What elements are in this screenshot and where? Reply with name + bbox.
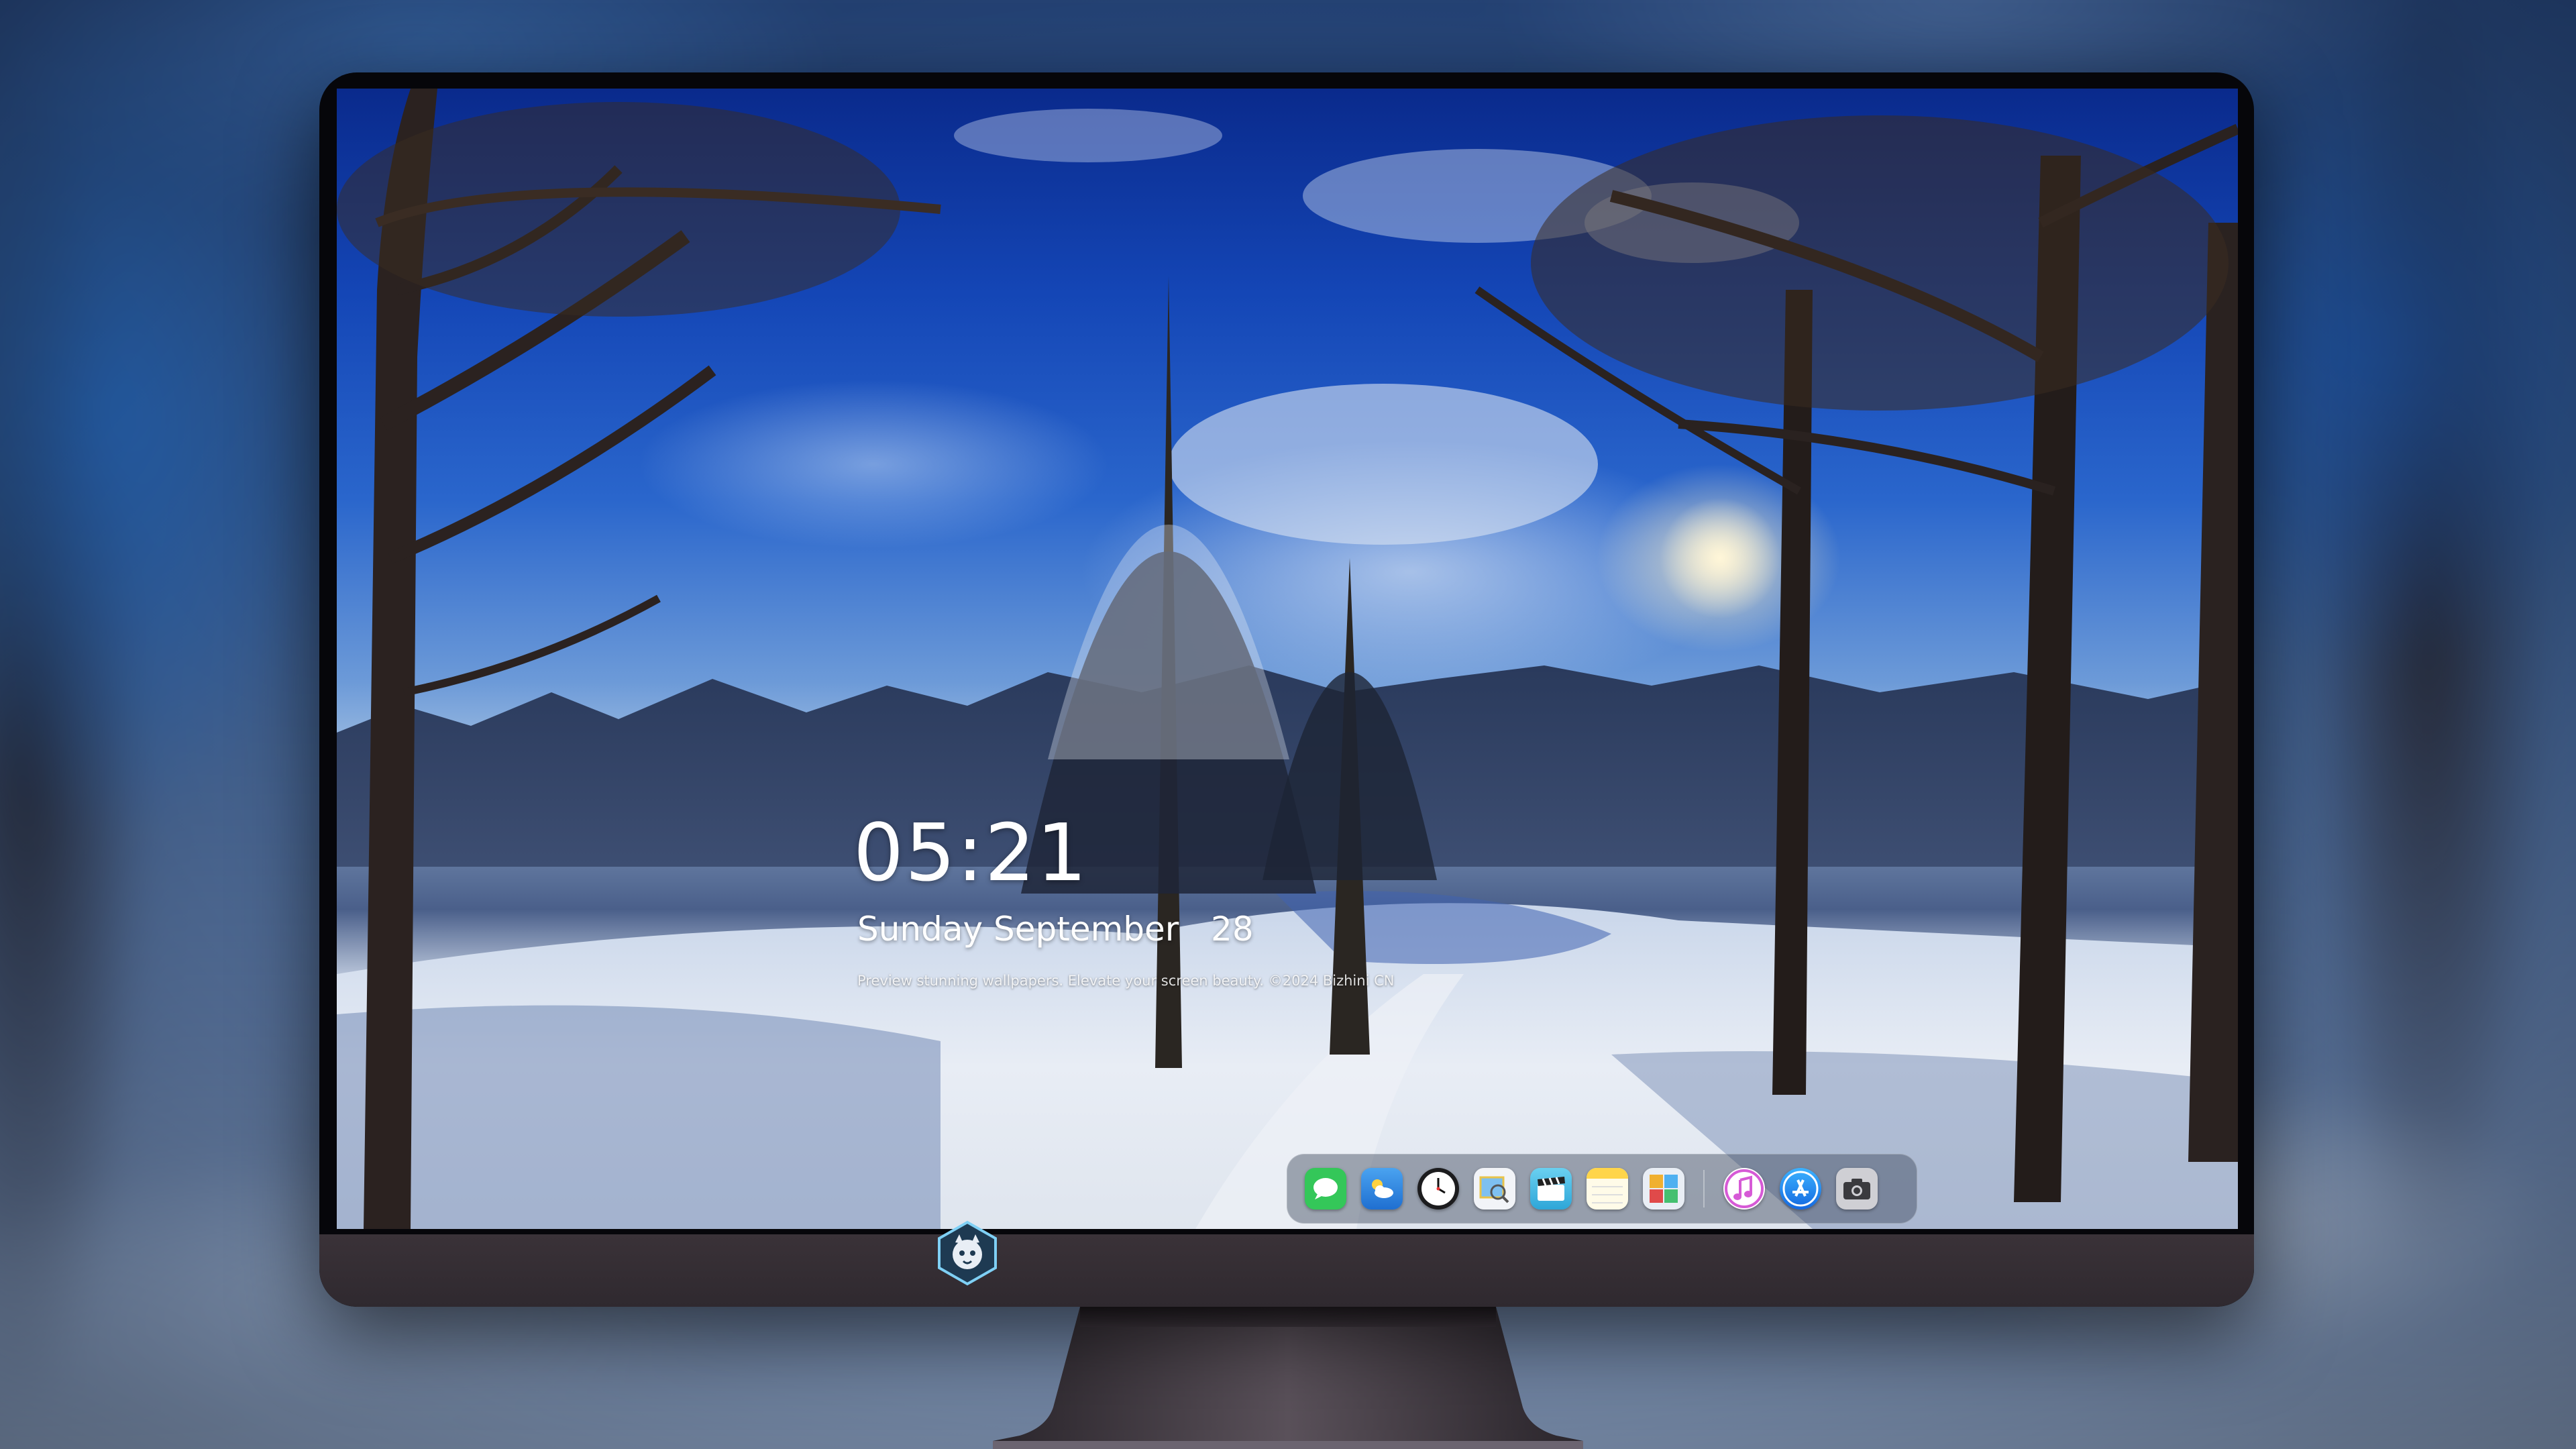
app-store-icon [1782, 1171, 1819, 1207]
notes-icon [1587, 1168, 1628, 1203]
dock-app-app-store[interactable] [1780, 1168, 1821, 1210]
dock-app-clips[interactable] [1530, 1168, 1572, 1210]
music-note-icon [1725, 1169, 1764, 1208]
brand-logo-icon [938, 1220, 997, 1286]
dock-app-camera[interactable] [1836, 1168, 1878, 1210]
monitor-chin [319, 1234, 2254, 1307]
dock-app-preview[interactable] [1474, 1168, 1515, 1210]
photos-grid-icon [1650, 1175, 1678, 1203]
wallpaper [337, 89, 2238, 1229]
clapperboard-icon [1538, 1177, 1565, 1201]
dock [1287, 1154, 1917, 1224]
dock-app-weather[interactable] [1361, 1168, 1403, 1210]
dock-app-notes[interactable] [1587, 1168, 1628, 1210]
monitor: 05:21 Sunday September 28 Preview stunni… [319, 72, 2254, 1307]
clock-icon [1421, 1172, 1455, 1205]
wallpaper-caption: Preview stunning wallpapers. Elevate you… [857, 973, 1395, 989]
camera-icon [1843, 1179, 1870, 1199]
dock-app-messages[interactable] [1305, 1168, 1346, 1210]
scene: 05:21 Sunday September 28 Preview stunni… [0, 0, 2576, 1449]
weather-icon [1372, 1179, 1393, 1198]
monitor-stand [993, 1307, 1583, 1449]
dock-separator [1703, 1170, 1705, 1208]
dock-app-photo-grid[interactable] [1643, 1168, 1684, 1210]
dock-app-clock[interactable] [1417, 1168, 1459, 1210]
messages-icon [1313, 1178, 1338, 1199]
lock-screen: 05:21 Sunday September 28 Preview stunni… [337, 89, 2238, 1229]
preview-icon [1479, 1176, 1509, 1203]
lock-screen-time: 05:21 [853, 806, 1089, 899]
lock-screen-date: Sunday September 28 [857, 910, 1254, 949]
dock-app-itunes[interactable] [1723, 1168, 1765, 1210]
